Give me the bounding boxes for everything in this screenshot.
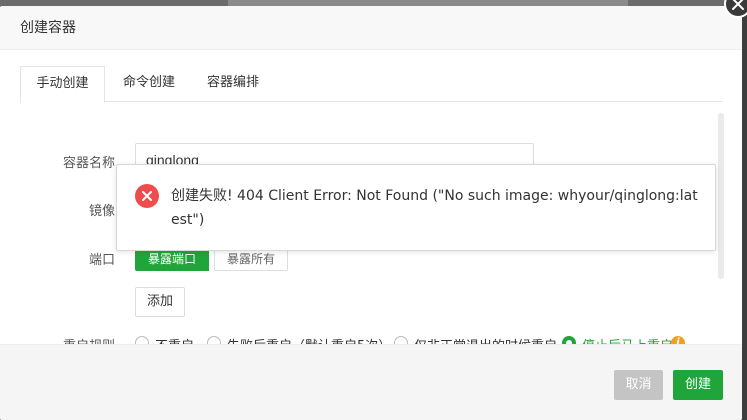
create-button[interactable]: 创建 [673, 370, 723, 400]
radio-no-restart[interactable] [135, 336, 149, 344]
dialog-header: 创建容器 [0, 6, 742, 50]
radio-label-restart-abnormal-exit: 仅非正常退出的时候重启 [414, 335, 557, 344]
tab-bar: 手动创建 命令创建 容器编排 [20, 66, 723, 103]
tab-manual-create[interactable]: 手动创建 [20, 66, 105, 103]
radio-label-no-restart: 不重启 [155, 335, 194, 344]
add-port-button[interactable]: 添加 [135, 287, 185, 317]
close-icon [732, 0, 744, 10]
error-message: 创建失败! 404 Client Error: Not Found ("No s… [171, 188, 698, 228]
info-icon[interactable]: i [671, 336, 685, 344]
tab-command-create[interactable]: 命令创建 [109, 66, 189, 102]
tab-compose[interactable]: 容器编排 [193, 66, 273, 102]
error-icon [135, 184, 159, 208]
radio-restart-on-failure[interactable] [207, 336, 221, 344]
dialog-title: 创建容器 [20, 20, 76, 36]
radio-label-restart-always: 停止后马上重启 [582, 335, 673, 344]
port-label: 端口 [88, 253, 115, 268]
dialog-footer: 取消 创建 [0, 344, 742, 420]
restart-label: 重启规则 [35, 335, 115, 344]
error-toast: 创建失败! 404 Client Error: Not Found ("No s… [116, 164, 716, 251]
form-scrollbar[interactable] [718, 113, 724, 279]
cancel-button[interactable]: 取消 [614, 370, 663, 400]
name-label: 容器名称 [62, 156, 115, 171]
image-label: 镜像 [88, 204, 115, 219]
radio-label-restart-on-failure: 失败后重启（默认重启5次） [227, 335, 391, 344]
radio-restart-always[interactable] [562, 336, 576, 344]
radio-restart-abnormal-exit[interactable] [394, 336, 408, 344]
